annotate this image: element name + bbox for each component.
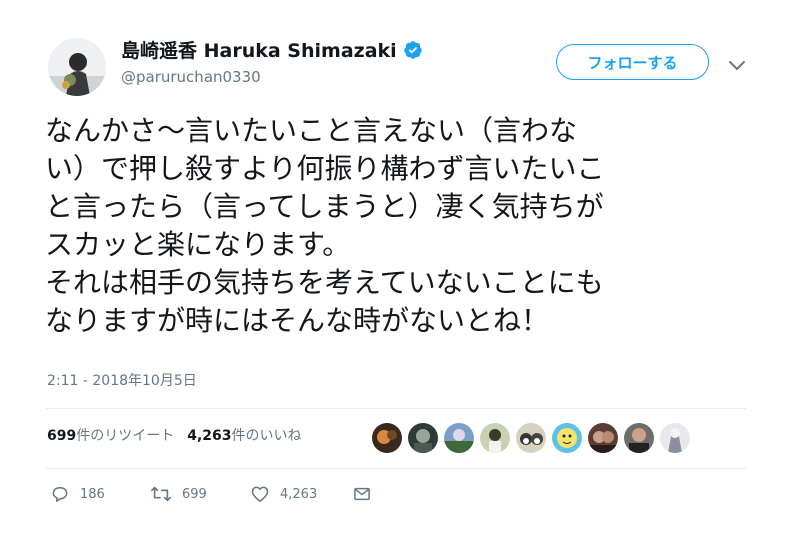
- liker-avatar[interactable]: [588, 423, 618, 453]
- reply-button[interactable]: 186: [50, 484, 105, 504]
- like-count: 4,263: [280, 486, 318, 502]
- liker-avatars: [372, 423, 690, 453]
- retweet-button[interactable]: 699: [150, 484, 207, 504]
- heart-icon: [251, 486, 269, 502]
- chevron-down-icon[interactable]: [727, 58, 747, 72]
- divider: [46, 468, 746, 469]
- user-handle[interactable]: @paruruchan0330: [121, 68, 261, 86]
- like-button[interactable]: 4,263: [250, 484, 317, 504]
- retweet-count: 699: [182, 486, 207, 502]
- reply-icon: [52, 487, 68, 502]
- retweet-stat-label: 件のリツイート: [76, 428, 175, 444]
- envelope-icon: [354, 487, 370, 501]
- tweet-timestamp[interactable]: 2:11 - 2018年10月5日: [47, 370, 197, 390]
- like-stat-count: 4,263: [187, 428, 232, 444]
- tweet-text-line: なんかさ〜言いたいこと言えない（言わな: [45, 114, 578, 147]
- tweet-text-line: スカッと楽になります。: [45, 228, 351, 261]
- tweet-text: なんかさ〜言いたいこと言えない（言わな い）で押し殺すより何振り構わず言いたいこ…: [45, 112, 785, 340]
- liker-avatar[interactable]: [408, 423, 438, 453]
- verified-badge-icon: [403, 40, 423, 60]
- liker-avatar[interactable]: [372, 423, 402, 453]
- reply-count: 186: [80, 486, 105, 502]
- tweet-text-line: い）で押し殺すより何振り構わず言いたいこ: [45, 152, 605, 185]
- retweet-icon: [151, 486, 171, 502]
- user-name-row[interactable]: 島崎遥香 Haruka Shimazaki: [121, 36, 423, 63]
- tweet-text-line: なりますが時にはそんな時がないとね！: [45, 304, 550, 337]
- tweet-text-line: と言ったら（言ってしまうと）凄く気持ちが: [45, 190, 604, 223]
- liker-avatar[interactable]: [480, 423, 510, 453]
- liker-avatar[interactable]: [624, 423, 654, 453]
- like-stat-label: 件のいいね: [231, 428, 302, 444]
- display-name[interactable]: 島崎遥香 Haruka Shimazaki: [121, 36, 397, 63]
- follow-button[interactable]: フォローする: [556, 44, 709, 80]
- liker-avatar[interactable]: [552, 423, 582, 453]
- retweet-stat[interactable]: 699件のリツイート: [47, 425, 174, 445]
- liker-avatar[interactable]: [444, 423, 474, 453]
- avatar[interactable]: [48, 38, 106, 96]
- avatar-image: [48, 38, 106, 96]
- liker-avatar[interactable]: [660, 423, 690, 453]
- liker-avatar[interactable]: [516, 423, 546, 453]
- divider: [46, 408, 746, 409]
- like-stat[interactable]: 4,263件のいいね: [187, 425, 301, 445]
- direct-message-button[interactable]: [352, 484, 372, 504]
- retweet-stat-count: 699: [47, 428, 77, 444]
- tweet-stats: 699件のリツイート 4,263件のいいね: [47, 425, 302, 445]
- tweet-text-line: それは相手の気持ちを考えていないことにも: [45, 266, 604, 299]
